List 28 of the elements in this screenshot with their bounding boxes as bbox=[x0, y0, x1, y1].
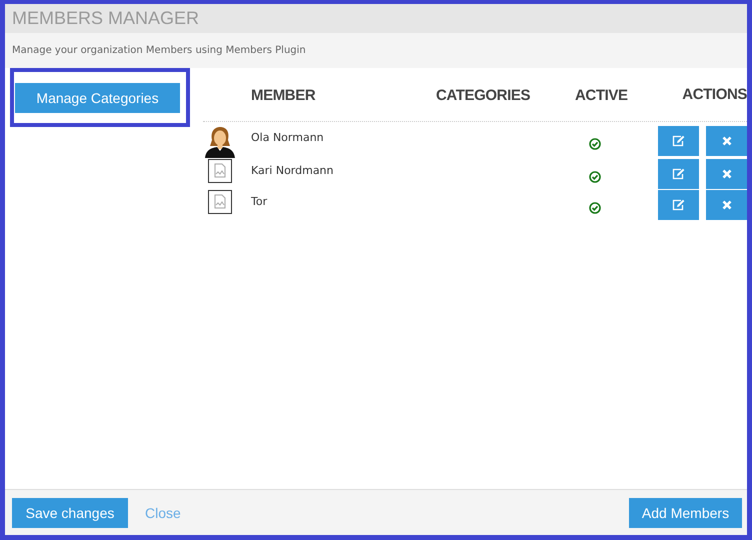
edit-button[interactable] bbox=[658, 159, 699, 189]
edit-button[interactable] bbox=[658, 190, 699, 220]
delete-button[interactable] bbox=[706, 190, 747, 220]
broken-image-icon bbox=[208, 190, 232, 214]
delete-button[interactable] bbox=[706, 159, 747, 189]
save-changes-button[interactable]: Save changes bbox=[12, 498, 128, 528]
edit-button[interactable] bbox=[658, 126, 699, 156]
column-header: ACTIONS bbox=[682, 86, 747, 103]
column-header: ACTIVE bbox=[575, 87, 628, 104]
delete-button[interactable] bbox=[706, 126, 747, 156]
close-link[interactable]: Close bbox=[145, 504, 181, 520]
member-name: Kari Nordmann bbox=[251, 163, 334, 177]
window-title: MEMBERS MANAGER bbox=[12, 8, 200, 29]
manage-categories-button[interactable]: Manage Categories bbox=[15, 82, 180, 112]
column-header: CATEGORIES bbox=[436, 87, 530, 104]
avatar-icon bbox=[203, 126, 237, 158]
edit-icon bbox=[672, 135, 685, 147]
add-members-button[interactable]: Add Members bbox=[629, 498, 742, 528]
close-icon bbox=[722, 200, 732, 210]
broken-image-icon bbox=[208, 159, 232, 183]
member-name: Ola Normann bbox=[251, 130, 324, 144]
edit-icon bbox=[672, 168, 685, 180]
member-name: Tor bbox=[251, 194, 268, 208]
subtitle: Manage your organization Members using Members Plugin bbox=[12, 45, 306, 56]
close-icon bbox=[722, 136, 732, 146]
column-header: MEMBER bbox=[251, 87, 316, 104]
edit-icon bbox=[672, 199, 685, 211]
close-icon bbox=[722, 169, 732, 179]
